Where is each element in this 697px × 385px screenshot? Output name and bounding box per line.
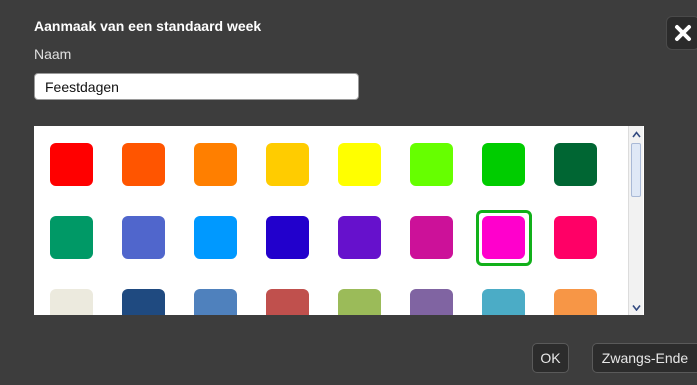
standard-week-dialog: Aanmaak van een standaard week Naam OK Z… [0, 0, 697, 385]
color-swatch[interactable] [410, 143, 453, 186]
color-swatch[interactable] [194, 143, 237, 186]
chevron-down-icon [631, 304, 641, 311]
color-swatch[interactable] [50, 216, 93, 259]
color-swatch[interactable] [50, 143, 93, 186]
color-swatch[interactable] [122, 216, 165, 259]
close-icon [675, 25, 691, 41]
close-button[interactable] [666, 16, 697, 50]
color-swatch[interactable] [410, 289, 453, 315]
scroll-up-button[interactable] [630, 128, 642, 140]
palette-scrollbar[interactable] [628, 126, 643, 315]
color-swatch[interactable] [338, 143, 381, 186]
color-swatch[interactable] [266, 216, 309, 259]
chevron-up-icon [631, 130, 641, 137]
color-swatch[interactable] [50, 289, 93, 315]
color-swatch[interactable] [338, 289, 381, 315]
color-palette [34, 126, 644, 315]
name-input[interactable] [34, 73, 359, 100]
force-end-button[interactable]: Zwangs-Ende [592, 343, 697, 373]
color-swatch[interactable] [266, 143, 309, 186]
color-swatch[interactable] [122, 143, 165, 186]
scroll-thumb[interactable] [631, 143, 641, 197]
dialog-title: Aanmaak van een standaard week [34, 18, 262, 34]
color-swatch[interactable] [194, 289, 237, 315]
color-swatch[interactable] [554, 143, 597, 186]
color-swatch[interactable] [410, 216, 453, 259]
name-label: Naam [34, 46, 72, 62]
ok-button[interactable]: OK [532, 343, 569, 373]
color-swatch[interactable] [554, 289, 597, 315]
color-swatch[interactable] [122, 289, 165, 315]
color-swatch[interactable] [482, 289, 525, 315]
color-swatch[interactable] [266, 289, 309, 315]
scroll-down-button[interactable] [630, 301, 642, 313]
color-swatch[interactable] [554, 216, 597, 259]
color-swatch[interactable] [482, 216, 525, 259]
color-swatch[interactable] [338, 216, 381, 259]
color-swatch[interactable] [194, 216, 237, 259]
color-swatch[interactable] [482, 143, 525, 186]
